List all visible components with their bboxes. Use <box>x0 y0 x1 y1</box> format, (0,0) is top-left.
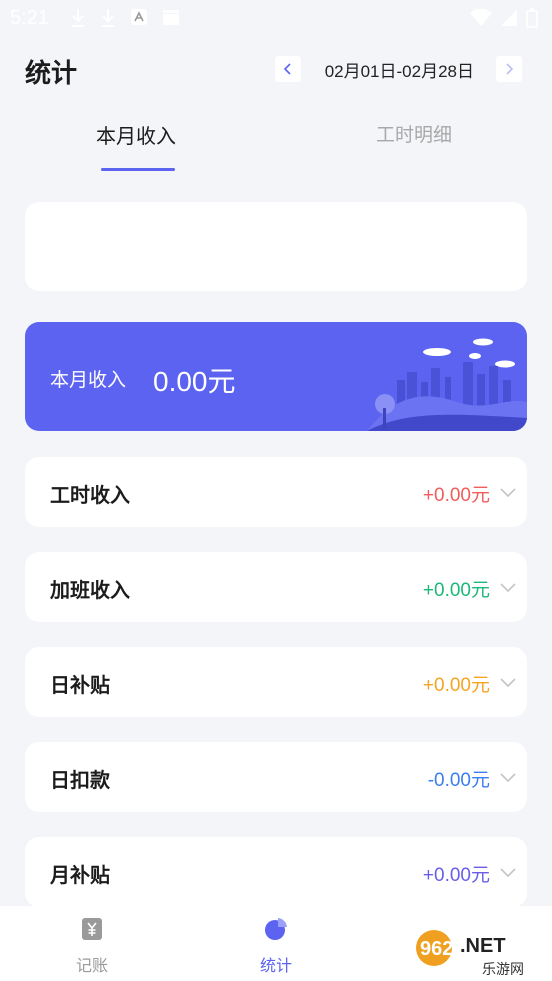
tabbar-label: 记账 <box>75 956 108 975</box>
previous-month-button[interactable] <box>274 56 301 82</box>
chevron-down-icon <box>500 583 516 593</box>
chevron-down-icon <box>500 678 516 688</box>
banner-value: 0.00元 <box>153 366 236 397</box>
pie-chart-icon <box>265 918 287 940</box>
tab-work-hours-detail[interactable]: 工时明细 <box>376 120 452 147</box>
clapperboard-icon <box>163 10 179 25</box>
active-tab-indicator <box>101 168 175 171</box>
svg-text:乐游网: 乐游网 <box>482 962 524 978</box>
summary-card <box>25 202 527 291</box>
chevron-down-icon <box>500 868 516 878</box>
tabbar-item-bookkeeping[interactable]: 记账 <box>52 906 132 981</box>
download-icon <box>72 9 84 27</box>
row-value: -0.00元 <box>427 770 490 791</box>
signal-icon <box>501 10 517 26</box>
page-title: 统计 <box>25 59 78 89</box>
yen-receipt-icon <box>82 918 102 940</box>
row-label: 日补贴 <box>50 673 110 697</box>
list-item-daily-deduction[interactable]: 日扣款 -0.00元 <box>25 742 527 812</box>
row-value: +0.00元 <box>422 485 490 506</box>
tabbar-label: 统计 <box>259 956 292 975</box>
wifi-icon <box>470 9 492 26</box>
row-label: 加班收入 <box>50 578 130 602</box>
notification-icons <box>70 8 180 28</box>
page-header: 统计 02月01日-02月28日 <box>0 40 552 100</box>
app-store-icon <box>131 9 147 25</box>
tabbar-item-statistics[interactable]: 统计 <box>236 906 316 981</box>
row-value: +0.00元 <box>422 865 490 886</box>
system-icons <box>470 8 538 28</box>
chevron-left-icon <box>283 63 291 75</box>
chevron-down-icon <box>500 773 516 783</box>
list-item-overtime-income[interactable]: 加班收入 +0.00元 <box>25 552 527 622</box>
status-bar: 5:21 <box>0 0 552 36</box>
site-watermark-logo: 962 .NET 乐游网 <box>412 922 552 981</box>
row-label: 日扣款 <box>50 768 110 792</box>
date-navigator: 02月01日-02月28日 <box>274 56 522 82</box>
svg-text:.NET: .NET <box>460 935 506 957</box>
battery-icon <box>526 8 538 28</box>
row-value: +0.00元 <box>422 580 490 601</box>
row-label: 工时收入 <box>50 483 130 507</box>
chevron-right-icon <box>506 63 514 75</box>
next-month-button[interactable] <box>496 56 522 82</box>
chevron-down-icon <box>500 488 516 498</box>
stats-tabs: 本月收入 工时明细 <box>0 120 552 176</box>
list-item-work-hour-income[interactable]: 工时收入 +0.00元 <box>25 457 527 527</box>
banner-label: 本月收入 <box>50 369 127 391</box>
city-skyline-illustration <box>367 338 527 431</box>
status-time: 5:21 <box>10 7 49 29</box>
list-item-daily-allowance[interactable]: 日补贴 +0.00元 <box>25 647 527 717</box>
date-range-label[interactable]: 02月01日-02月28日 <box>325 57 474 82</box>
download-icon <box>102 9 114 27</box>
monthly-income-banner: 本月收入 0.00元 <box>25 322 527 431</box>
row-label: 月补贴 <box>50 863 110 887</box>
list-item-monthly-allowance[interactable]: 月补贴 +0.00元 <box>25 837 527 907</box>
tab-monthly-income[interactable]: 本月收入 <box>96 120 176 149</box>
row-value: +0.00元 <box>422 675 490 696</box>
svg-text:962: 962 <box>420 938 453 960</box>
